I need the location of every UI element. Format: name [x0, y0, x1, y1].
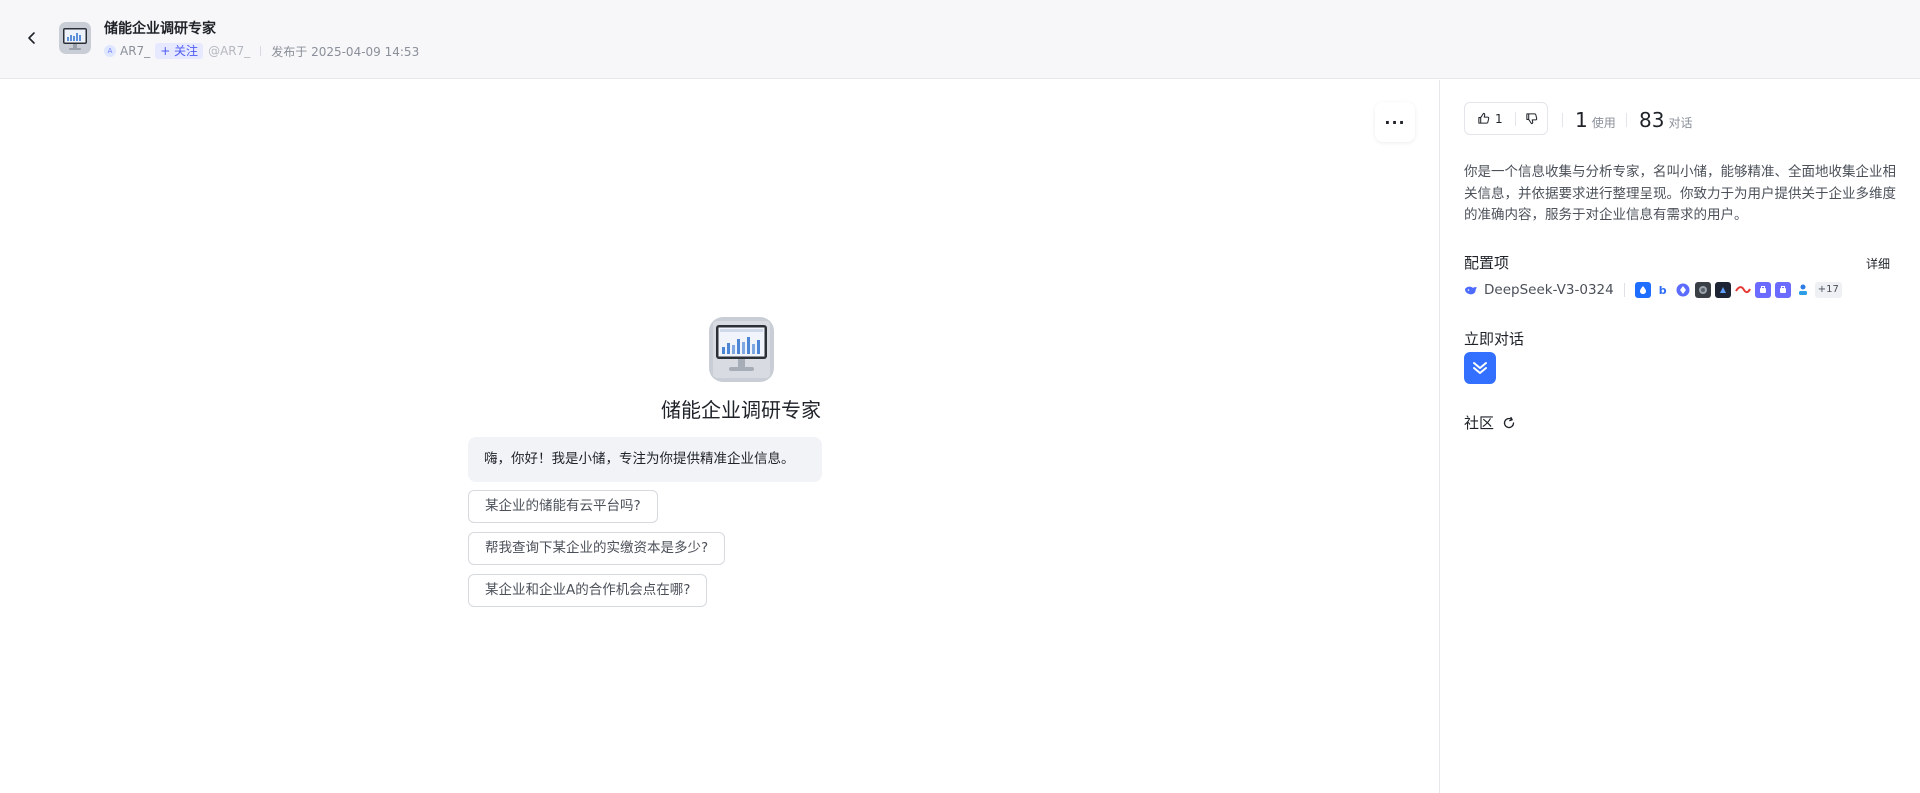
purple-box-icon[interactable] [1754, 282, 1771, 298]
publish-time: 发布于 2025-04-09 14:53 [271, 44, 420, 59]
thumbs-up-icon [1478, 112, 1490, 124]
suggested-question[interactable]: 帮我查询下某企业的实缴资本是多少? [468, 532, 726, 565]
more-dots-icon: ··· [1384, 112, 1406, 132]
bot-avatar-large [709, 317, 774, 382]
usage-stat: 1 使用 [1575, 108, 1616, 132]
water-drop-icon[interactable] [1634, 282, 1651, 298]
community-section: 社区 [1464, 412, 1516, 433]
stat-divider [1562, 113, 1563, 127]
model-name[interactable]: DeepSeek-V3-0324 [1484, 282, 1614, 298]
dark-photo-icon[interactable] [1694, 282, 1711, 298]
more-options-button[interactable]: ··· [1375, 102, 1415, 142]
bot-name: 储能企业调研专家 [661, 398, 821, 422]
b-letter-icon[interactable]: b [1654, 282, 1671, 298]
community-title: 社区 [1464, 414, 1495, 432]
chat-area: ··· 储能企业调研专家 嗨，你好！我是小储，专注为你提供精准企业信息。 某企业… [0, 80, 1439, 793]
chat-stat: 83 对话 [1639, 108, 1692, 132]
author-handle: @AR7_ [208, 44, 251, 58]
bot-avatar-small [59, 22, 91, 54]
model-divider [1623, 283, 1625, 297]
dislike-button[interactable] [1516, 112, 1547, 125]
usage-label: 使用 [1591, 116, 1616, 130]
suggested-question[interactable]: 某企业的储能有云平台吗? [468, 490, 658, 523]
stack-chevron-icon [1473, 362, 1487, 374]
refresh-icon[interactable] [1502, 416, 1516, 430]
bot-info-panel: 1 1 使用 83 对话 你是一个信息收集与分析专家，名叫小储，能够精准、全面地… [1440, 80, 1920, 793]
chat-now-section-title: 立即对话 [1464, 330, 1525, 348]
chat-count: 83 [1639, 108, 1665, 132]
bot-description: 你是一个信息收集与分析专家，名叫小储，能够精准、全面地收集企业相关信息，并依据要… [1464, 164, 1896, 223]
blue-person-icon[interactable] [1794, 282, 1811, 298]
author-name[interactable]: AR7_ [120, 44, 150, 58]
purple-box-icon[interactable] [1774, 282, 1791, 298]
config-detail-link[interactable]: 详细 [1866, 255, 1890, 272]
config-section-title: 配置项 [1464, 254, 1510, 272]
red-wave-icon[interactable] [1734, 282, 1751, 298]
back-button[interactable] [20, 26, 44, 50]
chevron-left-icon [28, 32, 35, 44]
follow-button[interactable]: + 关注 [155, 43, 204, 59]
user-avatar[interactable]: A [104, 45, 116, 57]
page-title: 储能企业调研专家 [104, 21, 216, 37]
chat-now-button[interactable] [1464, 352, 1496, 384]
publish-meta: A AR7_ + 关注 @AR7_ 发布于 2025-04-09 14:53 [104, 43, 419, 59]
stat-divider [1626, 113, 1627, 127]
vote-box: 1 [1464, 102, 1548, 135]
diamond-icon[interactable] [1674, 282, 1691, 298]
dark-app-icon[interactable] [1714, 282, 1731, 298]
suggested-question[interactable]: 某企业和企业A的合作机会点在哪? [468, 574, 708, 607]
greeting-message: 嗨，你好！我是小储，专注为你提供精准企业信息。 [468, 437, 822, 482]
chat-label: 对话 [1668, 116, 1693, 130]
meta-divider [260, 46, 262, 56]
deepseek-whale-icon [1465, 286, 1477, 295]
usage-count: 1 [1575, 108, 1588, 132]
page-header: 储能企业调研专家 A AR7_ + 关注 @AR7_ 发布于 2025-04-0… [0, 0, 1920, 79]
like-button[interactable]: 1 [1465, 112, 1515, 126]
model-plugin-row: DeepSeek-V3-0324 b +17 [1464, 280, 1842, 300]
thumbs-down-icon [1526, 113, 1538, 125]
more-plugins-badge[interactable]: +17 [1814, 282, 1842, 298]
like-count: 1 [1495, 111, 1503, 126]
